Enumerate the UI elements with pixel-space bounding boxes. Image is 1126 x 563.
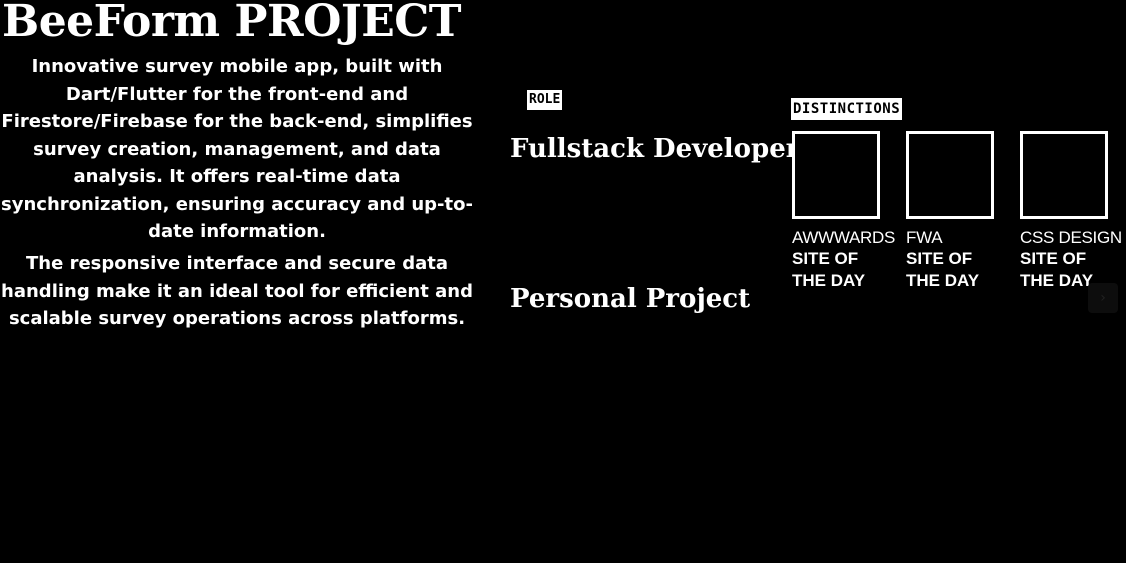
role-project-type: Personal Project [510,284,751,314]
award-org: AWWWARDS [792,228,896,247]
scroll-next-button[interactable]: › [1088,283,1118,313]
award-fwa: FWA SITE OF THE DAY [906,131,1002,292]
award-org: FWA [906,228,943,247]
chevron-right-icon: › [1100,290,1106,306]
project-description: Innovative survey mobile app, built with… [1,56,473,242]
role-label: ROLE [527,90,563,110]
distinctions-label: DISTINCTIONS [791,98,903,120]
award-prize: SITE OF THE DAY [906,249,980,290]
award-prize: SITE OF THE DAY [792,249,866,290]
award-org: CSS DESIGN [1020,228,1122,247]
role-position: Fullstack Developer [510,134,800,164]
award-awwwards: AWWWARDS SITE OF THE DAY [792,131,896,292]
award-badge-frame [792,131,880,219]
project-title: BeeForm PROJECT [2,0,462,47]
project-description-secondary: The responsive interface and secure data… [1,253,473,329]
award-badge-frame [1020,131,1108,219]
award-badge-frame [906,131,994,219]
award-css-design: CSS DESIGN SITE OF THE DAY [1020,131,1122,292]
